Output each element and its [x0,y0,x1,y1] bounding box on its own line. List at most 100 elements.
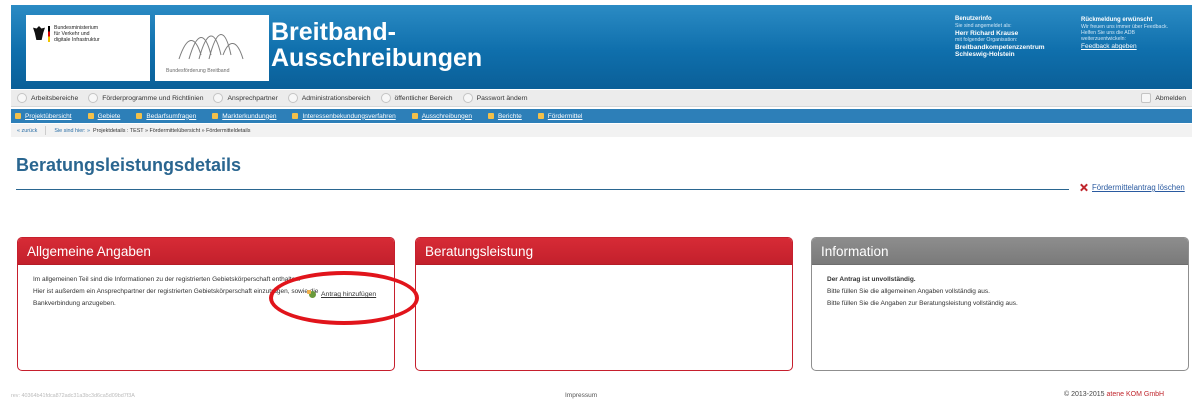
ministry-name: Bundesministerium für Verkehr und digita… [54,25,144,43]
german-flag-icon [48,26,50,42]
nav-item-label: öffentlicher Bereich [394,94,453,102]
subnav-item-label: Markterkundungen [222,112,277,120]
public-icon [380,93,391,103]
feedback-link[interactable]: Feedback abgeben [1081,43,1137,50]
nav-item-foerderprogramme[interactable]: Förderprogramme und Richtlinien [88,93,203,103]
delete-icon [1080,184,1087,191]
panel-general: Allgemeine Angaben Im allgemeinen Teil s… [17,237,395,371]
nav-item-ansprechpartner[interactable]: Ansprechpartner [213,93,278,103]
subnav-item-bedarfsumfragen[interactable]: Bedarfsumfragen [136,113,196,120]
copyright: © 2013-2015 atene KOM GmbH [1064,391,1164,398]
subnav-item-label: Fördermittel [547,112,583,120]
subnav-item-label: Bedarfsumfragen [146,112,197,120]
panel-consulting: Beratungsleistung [415,237,793,371]
nav-item-label: Passwort ändern [476,94,528,102]
subnav-item-projektuebersicht[interactable]: Projektübersicht [15,113,72,120]
feedback-heading: Rückmeldung erwünscht [1081,17,1153,23]
app-title-line1: Breitband- [271,18,396,46]
nav-item-label: Arbeitsbereiche [31,94,79,102]
broadband-waves-icon [178,34,244,60]
nav-item-administrationsbereich[interactable]: Administrationsbereich [287,93,371,103]
breadcrumb-separator [45,126,47,135]
back-link[interactable]: « zurück [17,128,37,134]
nav-item-passwort-aendern[interactable]: Passwort ändern [462,93,528,103]
nav-item-label: Administrationsbereich [301,94,371,102]
funding-icon [537,113,544,119]
subnav-item-interessenbekundungsverfahren[interactable]: Interessenbekundungsverfahren [292,112,396,120]
contact-icon [213,93,224,103]
admin-icon [287,93,298,103]
panel-consulting-title: Beratungsleistung [416,238,792,265]
panel-information: Information Der Antrag ist unvollständig… [811,237,1189,371]
org-label: mit folgender Organisation: [955,37,1018,43]
add-icon [307,290,316,298]
breadcrumb-path[interactable]: Projektdetails : TEST » Fördermittelüber… [93,128,250,134]
home-icon [17,93,27,103]
subnav-item-berichte[interactable]: Berichte [487,112,522,120]
logout-label: Abmelden [1155,94,1186,102]
overview-icon [15,113,21,119]
logout-button[interactable]: Abmelden [1141,93,1186,103]
nav-item-arbeitsbereiche[interactable]: Arbeitsbereiche [17,93,78,103]
ministry-logo: Bundesministerium für Verkehr und digita… [26,15,150,81]
panel-general-body: Im allgemeinen Teil sind die Information… [18,265,394,310]
area-icon [87,113,94,119]
project-nav: Projektübersicht Gebiete Bedarfsumfragen… [11,109,1192,123]
nav-item-label: Ansprechpartner [227,94,278,102]
report-icon [487,113,494,119]
feedback-box: Rückmeldung erwünscht Wir freuen uns imm… [1081,16,1193,50]
key-icon [462,93,473,103]
breadcrumb: « zurück Sie sind hier: » Projektdetails… [11,124,1192,137]
top-nav: Arbeitsbereiche Förderprogramme und Rich… [11,90,1192,107]
subnav-item-ausschreibungen[interactable]: Ausschreibungen [411,112,472,120]
federal-eagle-icon [33,26,45,40]
logged-in-label: Sie sind angemeldet als: [955,23,1012,29]
delete-link-label: Fördermittelantrag löschen [1092,183,1185,192]
subnav-item-label: Berichte [497,112,522,120]
app-title-line2: Ausschreibungen [271,44,483,72]
subnav-item-foerdermittel[interactable]: Fördermittel [537,112,583,120]
document-icon [88,93,99,103]
logout-icon [1141,93,1152,103]
page-title: Beratungsleistungsdetails [16,155,242,175]
panel-information-body: Der Antrag ist unvollständig. Bitte füll… [812,265,1188,310]
add-link-label: Antrag hinzufügen [321,291,377,298]
copyright-years: © 2013-2015 [1064,391,1105,398]
general-text-line: Bankverbindung anzugeben. [33,300,116,307]
user-name: Herr Richard Krause [955,30,1019,37]
breadcrumb-label: Sie sind hier: » [54,127,91,134]
subnav-item-markterkundungen[interactable]: Markterkundungen [212,113,276,120]
general-text-line: Im allgemeinen Teil sind die Information… [33,276,301,283]
header-banner: Bundesministerium für Verkehr und digita… [11,5,1192,89]
add-application-link[interactable]: Antrag hinzufügen [307,290,377,298]
ministry-name-line: digitale Infrastruktur [54,37,100,43]
version-string: rev: 40364b41fdca872adc31a3bc3d6ca5d09bd… [11,393,135,399]
program-logo: Bundesförderung Breitband [155,15,269,81]
market-icon [212,113,219,119]
org-name-line2: Schleswig-Holstein [955,51,1015,58]
user-info-heading: Benutzerinfo [955,16,992,22]
program-logo-text: Bundesförderung Breitband [166,68,230,74]
nav-item-label: Förderprogramme und Richtlinien [102,94,204,102]
subnav-item-label: Ausschreibungen [421,112,472,120]
company-name: atene KOM GmbH [1106,391,1165,398]
survey-icon [136,113,143,119]
org-name-line1: Breitbandkompetenzzentrum [955,44,1045,51]
subnav-item-label: Gebiete [97,112,121,120]
subnav-item-label: Interessenbekundungsverfahren [302,112,396,120]
subnav-item-label: Projektübersicht [25,112,72,120]
app-title: Breitband- Ausschreibungen [271,19,482,71]
title-divider [16,189,1069,190]
tender-icon [411,113,418,119]
info-text-line: Bitte füllen Sie die allgemeinen Angaben… [827,288,990,295]
delete-application-link[interactable]: Fördermittelantrag löschen [1080,183,1185,192]
imprint-link[interactable]: Impressum [565,392,597,399]
subnav-item-gebiete[interactable]: Gebiete [87,112,121,120]
feedback-text: weiterzuentwickeln: [1081,36,1126,42]
panel-information-title: Information [812,238,1188,265]
nav-item-oeffentlicher-bereich[interactable]: öffentlicher Bereich [380,93,453,103]
user-info: Benutzerinfo Sie sind angemeldet als: He… [955,16,1075,58]
interest-icon [292,113,299,119]
panel-general-title: Allgemeine Angaben [18,238,394,265]
info-status: Der Antrag ist unvollständig. [827,274,1175,286]
